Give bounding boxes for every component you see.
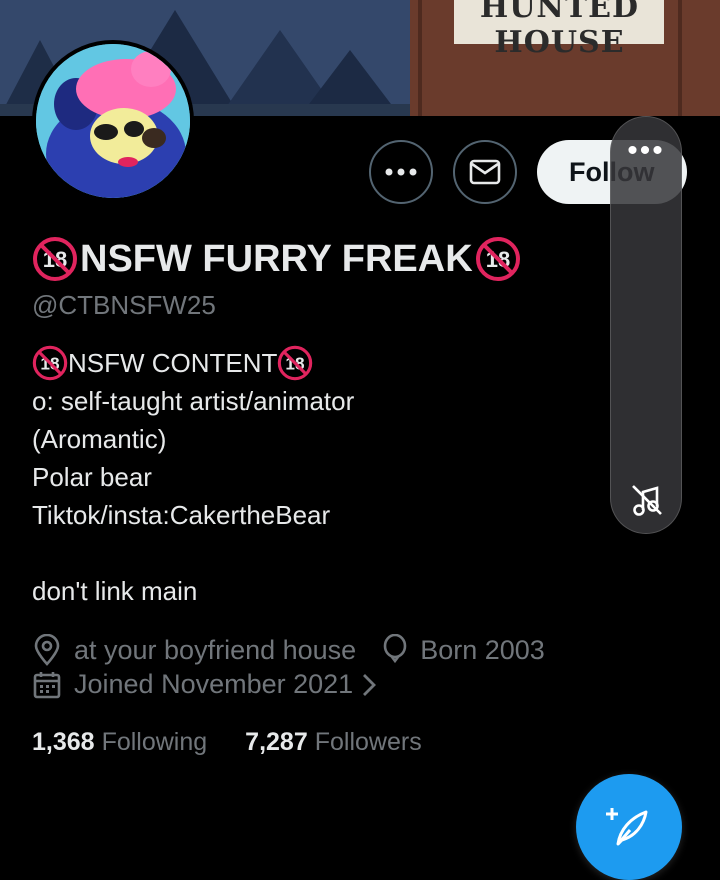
bio-text: Tiktok/insta:CakertheBear — [32, 500, 331, 530]
display-name-text: NSFW FURRY FREAK — [80, 237, 473, 280]
message-button[interactable] — [453, 140, 517, 204]
more-button[interactable] — [369, 140, 433, 204]
location-icon — [32, 634, 62, 666]
bio-text: don't link main — [32, 576, 198, 606]
compose-icon — [606, 808, 648, 846]
avatar[interactable] — [32, 40, 194, 202]
chevron-right-icon — [361, 672, 377, 698]
following-link[interactable]: 1,368 Following — [32, 728, 207, 757]
no-under-18-icon: 18 — [278, 345, 313, 381]
bio-text: o: self-taught artist/animator — [32, 386, 355, 416]
profile-handle: @CTBNSFW25 — [32, 290, 216, 320]
no-under-18-icon: 18 — [475, 237, 520, 281]
location-text: at your boyfriend house — [74, 634, 357, 665]
profile-meta-row: at your boyfriend house Born 2003 — [32, 634, 545, 666]
mute-icon[interactable] — [629, 482, 665, 523]
avatar-image — [36, 44, 190, 198]
joined-row[interactable]: Joined November 2021 — [32, 669, 389, 700]
followers-link[interactable]: 7,287 Followers — [245, 728, 422, 757]
no-under-18-icon: 18 — [33, 237, 77, 281]
banner-sign-text: HUNTED HOUSE — [479, 0, 640, 60]
bio-line: 18 NSFW CONTENT 18 — [32, 344, 354, 382]
calendar-icon — [32, 670, 62, 700]
followers-count: 7,287 — [245, 728, 308, 756]
follow-stats: 1,368 Following 7,287 Followers — [32, 728, 422, 757]
bio-text: Polar bear — [32, 462, 152, 492]
compose-button[interactable] — [576, 774, 682, 880]
following-count: 1,368 — [32, 728, 95, 756]
no-under-18-icon: 18 — [32, 345, 68, 381]
following-label: Following — [101, 728, 208, 756]
birthday-text: Born 2003 — [420, 634, 545, 665]
profile-bio: 18 NSFW CONTENT 18 o: self-taught artist… — [32, 344, 354, 610]
followers-label: Followers — [314, 728, 422, 756]
bio-text: (Aromantic) — [32, 424, 167, 454]
floating-media-controls[interactable]: ••• — [610, 116, 682, 534]
display-name: 18 NSFW FURRY FREAK 18 — [32, 236, 521, 282]
joined-text: Joined November 2021 — [74, 669, 354, 699]
bio-text: NSFW CONTENT — [68, 348, 278, 378]
more-icon — [385, 168, 417, 176]
mail-icon — [469, 159, 501, 185]
overlay-more-icon[interactable]: ••• — [611, 136, 681, 166]
birthday-icon — [382, 634, 408, 666]
